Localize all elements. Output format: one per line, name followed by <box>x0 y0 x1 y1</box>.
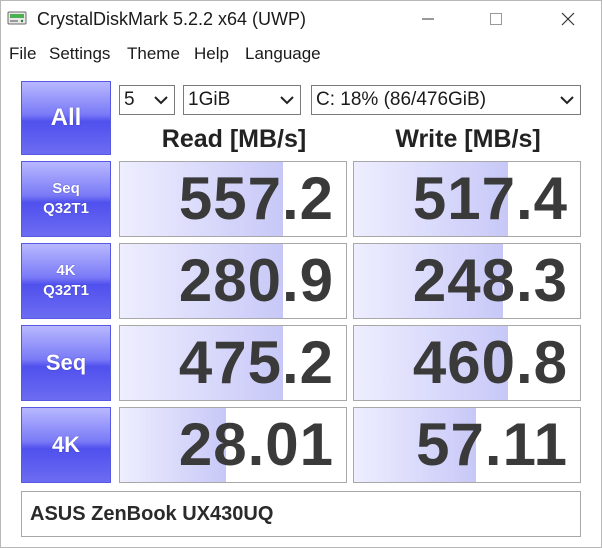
menu-help[interactable]: Help <box>194 44 229 64</box>
seq-write-value: 460.8 <box>412 329 568 396</box>
seq-q32t1-read-cell: 557.2 <box>119 161 347 237</box>
4k-q32t1-read-cell: 280.9 <box>119 243 347 319</box>
seq-q32t1-button[interactable]: Seq Q32T1 <box>21 161 111 237</box>
title-bar[interactable]: CrystalDiskMark 5.2.2 x64 (UWP) <box>1 1 601 39</box>
write-column-header: Write [MB/s] <box>395 125 541 153</box>
4k-q32t1-write-cell: 248.3 <box>353 243 581 319</box>
maximize-button[interactable] <box>473 1 519 37</box>
menu-bar: File Settings Theme Help Language <box>1 41 601 67</box>
4k-write-cell: 57.11 <box>353 407 581 483</box>
run-all-button[interactable]: All <box>21 81 111 155</box>
4k-button[interactable]: 4K <box>21 407 111 483</box>
read-column-header: Read [MB/s] <box>161 125 307 153</box>
chevron-down-icon <box>560 96 574 105</box>
test-count-value: 5 <box>124 89 135 110</box>
minimize-icon <box>422 18 434 20</box>
chevron-down-icon <box>280 96 294 105</box>
minimize-button[interactable] <box>405 1 451 37</box>
maximize-icon <box>490 13 502 25</box>
seq-button[interactable]: Seq <box>21 325 111 401</box>
test-size-value: 1GiB <box>188 89 231 110</box>
app-window: CrystalDiskMark 5.2.2 x64 (UWP) File Set… <box>0 0 602 548</box>
seq-write-cell: 460.8 <box>353 325 581 401</box>
menu-settings[interactable]: Settings <box>49 44 110 64</box>
disk-drive-icon <box>7 11 27 25</box>
comment-field[interactable]: ASUS ZenBook UX430UQ <box>21 491 581 537</box>
window-title: CrystalDiskMark 5.2.2 x64 (UWP) <box>37 9 307 29</box>
4k-read-value: 28.01 <box>178 411 334 478</box>
seq-q32t1-read-value: 557.2 <box>178 165 334 232</box>
menu-file[interactable]: File <box>9 44 36 64</box>
4k-q32t1-read-value: 280.9 <box>178 247 334 314</box>
close-button[interactable] <box>545 1 591 37</box>
menu-theme[interactable]: Theme <box>127 44 180 64</box>
test-size-select[interactable]: 1GiB <box>183 85 301 115</box>
menu-language[interactable]: Language <box>245 44 321 64</box>
seq-q32t1-write-cell: 517.4 <box>353 161 581 237</box>
4k-q32t1-write-value: 248.3 <box>412 247 568 314</box>
test-count-select[interactable]: 5 <box>119 85 175 115</box>
4k-q32t1-button[interactable]: 4K Q32T1 <box>21 243 111 319</box>
4k-read-cell: 28.01 <box>119 407 347 483</box>
seq-read-cell: 475.2 <box>119 325 347 401</box>
seq-q32t1-write-value: 517.4 <box>412 165 568 232</box>
chevron-down-icon <box>154 96 168 105</box>
drive-value: C: 18% (86/476GiB) <box>316 89 487 110</box>
seq-read-value: 475.2 <box>178 329 334 396</box>
close-icon <box>561 12 575 26</box>
4k-write-value: 57.11 <box>416 411 568 478</box>
drive-select[interactable]: C: 18% (86/476GiB) <box>311 85 581 115</box>
